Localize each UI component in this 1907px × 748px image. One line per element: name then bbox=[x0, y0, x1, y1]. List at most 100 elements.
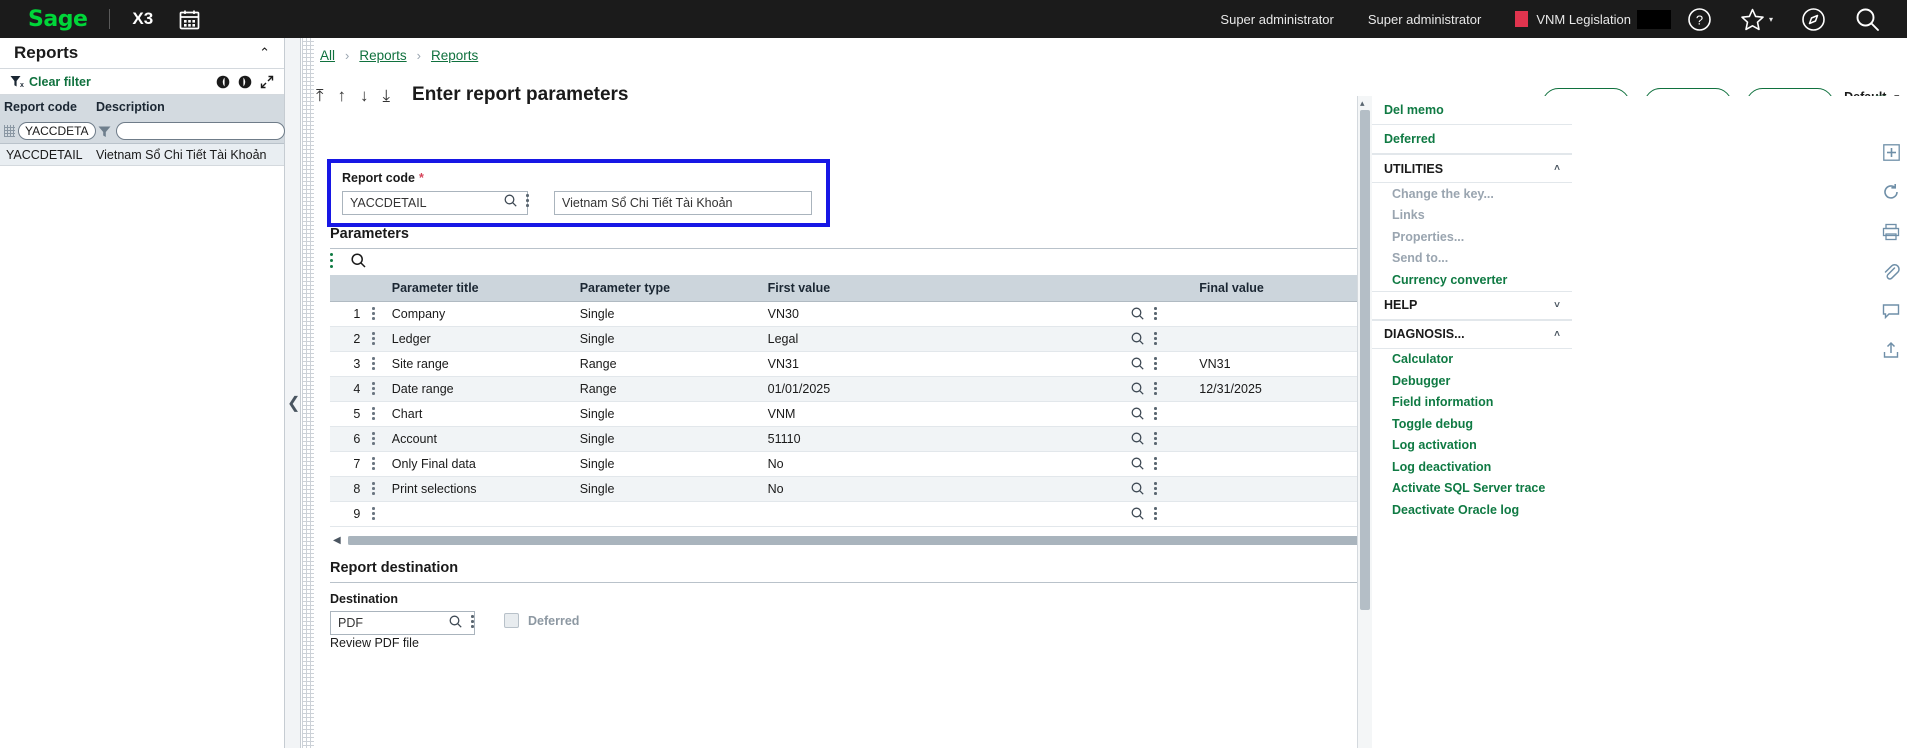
right-menu-subitem-toggle-debug[interactable]: Toggle debug bbox=[1372, 413, 1572, 435]
panel-collapse-strip[interactable]: ❮ bbox=[285, 38, 301, 748]
attachment-icon[interactable] bbox=[1882, 263, 1900, 281]
next-record-icon[interactable]: ↓ bbox=[360, 87, 369, 104]
scroll-left-icon[interactable]: ◀ bbox=[330, 535, 344, 546]
report-description-input[interactable] bbox=[554, 191, 812, 215]
cell-parameter-title[interactable]: Ledger bbox=[385, 326, 574, 352]
report-code-filter-input[interactable] bbox=[18, 122, 96, 140]
cell-parameter-type[interactable] bbox=[573, 501, 762, 527]
row-actions-icon[interactable] bbox=[372, 307, 379, 320]
help-circle-icon[interactable]: ? bbox=[1687, 7, 1712, 32]
cell-first-value[interactable]: No bbox=[761, 476, 1126, 502]
right-panel-scrollbar[interactable]: ▴ bbox=[1358, 96, 1372, 748]
cell-parameter-type[interactable]: Range bbox=[573, 351, 762, 377]
row-actions-icon[interactable] bbox=[372, 357, 379, 370]
cell-parameter-type[interactable]: Single bbox=[573, 426, 762, 452]
right-menu-group-utilities[interactable]: UTILITIES ˄ bbox=[1372, 154, 1572, 183]
row-actions-icon[interactable] bbox=[372, 407, 379, 420]
calendar-icon[interactable] bbox=[179, 9, 200, 30]
cell-first-value[interactable]: 51110 bbox=[761, 426, 1126, 452]
cell-parameter-title[interactable]: Company bbox=[385, 301, 574, 327]
kebab-menu-icon[interactable] bbox=[1154, 407, 1157, 420]
star-icon[interactable]: ▾ bbox=[1740, 7, 1773, 32]
magnifier-icon[interactable] bbox=[449, 615, 462, 628]
next-page-icon[interactable] bbox=[238, 75, 252, 89]
cell-parameter-type[interactable]: Single bbox=[573, 451, 762, 477]
cell-parameter-type[interactable]: Single bbox=[573, 326, 762, 352]
row-actions-icon[interactable] bbox=[372, 507, 379, 520]
content-drag-grip[interactable] bbox=[302, 38, 314, 748]
list-item[interactable]: YACCDETAIL Vietnam Sổ Chi Tiết Tài Khoản bbox=[0, 144, 284, 166]
chevron-left-icon[interactable]: ❮ bbox=[287, 393, 300, 413]
right-menu-subitem-log-activation[interactable]: Log activation bbox=[1372, 435, 1572, 457]
magnifier-icon[interactable] bbox=[1131, 332, 1145, 345]
kebab-menu-icon[interactable] bbox=[1154, 307, 1157, 320]
previous-record-icon[interactable]: ↑ bbox=[338, 87, 347, 104]
user-role-label[interactable]: Super administrator bbox=[1220, 12, 1333, 27]
cell-first-value[interactable]: No bbox=[761, 451, 1126, 477]
scroll-up-icon[interactable]: ▴ bbox=[1360, 98, 1365, 109]
row-actions-icon[interactable] bbox=[372, 457, 379, 470]
description-filter-input[interactable] bbox=[116, 122, 285, 140]
cell-parameter-title[interactable] bbox=[385, 501, 574, 527]
right-menu-group-help[interactable]: HELP ˅ bbox=[1372, 290, 1572, 320]
prev-page-icon[interactable] bbox=[216, 75, 230, 89]
kebab-menu-icon[interactable] bbox=[526, 194, 529, 207]
cell-first-value[interactable]: VN30 bbox=[761, 301, 1126, 327]
cell-first-value[interactable]: VN31 bbox=[761, 351, 1126, 377]
chevron-down-icon[interactable]: ▾ bbox=[1769, 15, 1773, 24]
magnifier-icon[interactable] bbox=[1131, 457, 1145, 470]
right-menu-subitem-activate-sql-server-trace[interactable]: Activate SQL Server trace bbox=[1372, 478, 1572, 500]
magnifier-icon[interactable] bbox=[1131, 382, 1145, 395]
kebab-menu-icon[interactable] bbox=[1154, 432, 1157, 445]
magnifier-icon[interactable] bbox=[1131, 407, 1145, 420]
add-icon[interactable] bbox=[1882, 144, 1900, 161]
report-code-input[interactable] bbox=[342, 191, 528, 215]
breadcrumb-item-reports-2[interactable]: Reports bbox=[431, 48, 478, 63]
kebab-menu-icon[interactable] bbox=[1154, 507, 1157, 520]
row-actions-icon[interactable] bbox=[372, 382, 379, 395]
right-menu-subitem-currency-converter[interactable]: Currency converter bbox=[1372, 269, 1572, 291]
print-icon[interactable] bbox=[1882, 223, 1900, 241]
user-name-label[interactable]: Super administrator bbox=[1368, 12, 1481, 27]
search-icon[interactable] bbox=[351, 252, 366, 268]
search-icon[interactable] bbox=[1854, 6, 1881, 33]
breadcrumb-item-all[interactable]: All bbox=[320, 48, 335, 63]
clear-filter-button[interactable]: x Clear filter bbox=[10, 75, 91, 89]
cell-first-value[interactable]: VNM bbox=[761, 401, 1126, 427]
comment-icon[interactable] bbox=[1882, 303, 1900, 319]
refresh-icon[interactable] bbox=[1882, 183, 1900, 201]
kebab-menu-icon[interactable] bbox=[1154, 382, 1157, 395]
cell-first-value[interactable]: 01/01/2025 bbox=[761, 376, 1126, 402]
column-header-parameter-type[interactable]: Parameter type bbox=[573, 275, 762, 302]
kebab-menu-icon[interactable] bbox=[1154, 482, 1157, 495]
cell-parameter-type[interactable]: Single bbox=[573, 476, 762, 502]
cell-first-value[interactable]: Legal bbox=[761, 326, 1126, 352]
cell-parameter-title[interactable]: Only Final data bbox=[385, 451, 574, 477]
column-header-first-value[interactable]: First value bbox=[761, 275, 1194, 302]
kebab-menu-icon[interactable] bbox=[1154, 332, 1157, 345]
last-record-icon[interactable]: ⤓ bbox=[383, 87, 391, 104]
product-logo[interactable]: X3 bbox=[132, 9, 153, 29]
deferred-checkbox[interactable] bbox=[504, 613, 519, 628]
right-menu-subitem-calculator[interactable]: Calculator bbox=[1372, 349, 1572, 371]
breadcrumb-item-reports[interactable]: Reports bbox=[359, 48, 406, 63]
first-record-icon[interactable]: ⤒ bbox=[316, 87, 324, 104]
kebab-menu-icon[interactable] bbox=[1154, 457, 1157, 470]
drag-grip-icon[interactable] bbox=[4, 125, 15, 137]
magnifier-icon[interactable] bbox=[1131, 307, 1145, 320]
export-icon[interactable] bbox=[1882, 341, 1900, 359]
chevron-up-icon[interactable]: ˄ bbox=[1554, 163, 1560, 174]
right-menu-subitem-field-information[interactable]: Field information bbox=[1372, 392, 1572, 414]
cell-parameter-type[interactable]: Single bbox=[573, 401, 762, 427]
cell-parameter-title[interactable]: Site range bbox=[385, 351, 574, 377]
right-menu-item-deferred[interactable]: Deferred bbox=[1372, 125, 1572, 154]
cell-parameter-type[interactable]: Single bbox=[573, 301, 762, 327]
kebab-menu-icon[interactable] bbox=[471, 615, 474, 628]
cell-parameter-title[interactable]: Chart bbox=[385, 401, 574, 427]
row-actions-icon[interactable] bbox=[372, 482, 379, 495]
cell-parameter-title[interactable]: Account bbox=[385, 426, 574, 452]
cell-parameter-type[interactable]: Range bbox=[573, 376, 762, 402]
sage-logo[interactable]: Sage bbox=[28, 7, 88, 32]
kebab-menu-icon[interactable] bbox=[330, 252, 333, 268]
magnifier-icon[interactable] bbox=[1131, 357, 1145, 370]
